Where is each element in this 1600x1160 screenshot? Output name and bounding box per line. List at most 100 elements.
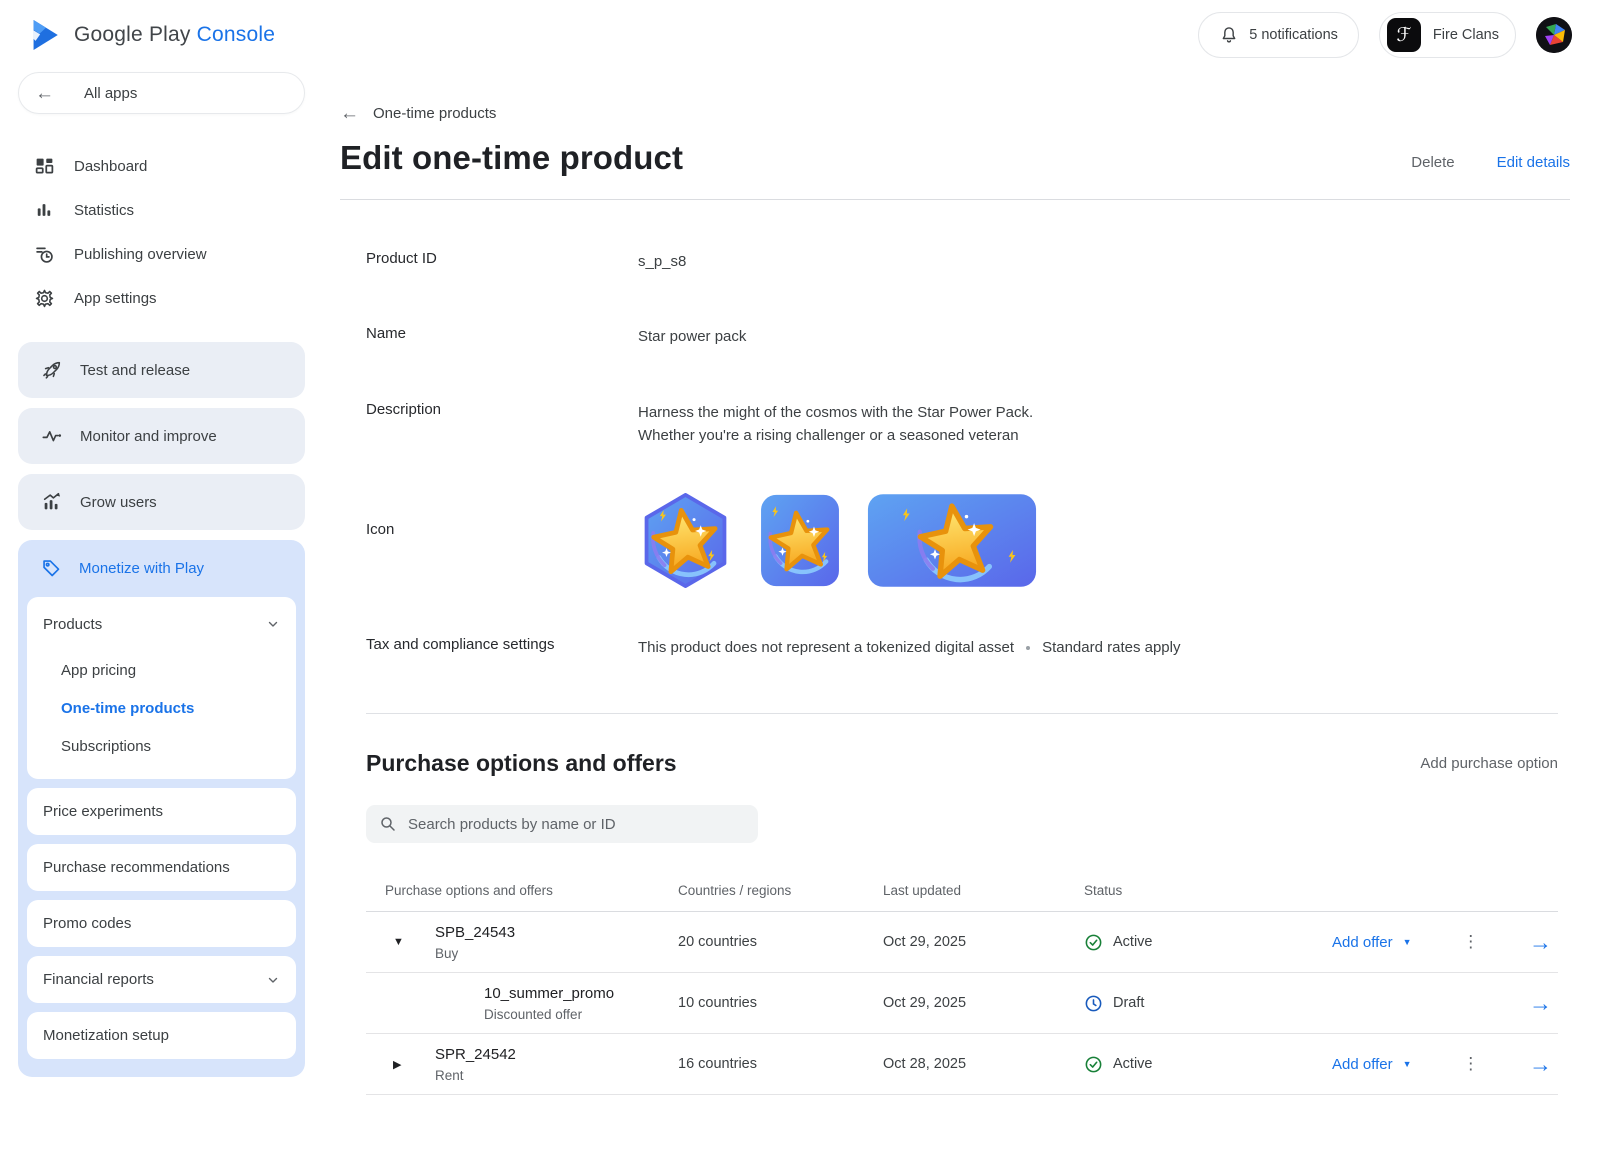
back-arrow-icon: ← (35, 84, 54, 103)
statistics-icon (32, 200, 56, 220)
card-label: Promo codes (43, 915, 131, 932)
product-id-value: s_p_s8 (638, 250, 1570, 273)
sidebar: ← All apps Dashboard (0, 70, 322, 1093)
sidebar-item-label: Publishing overview (74, 246, 207, 263)
section-divider (366, 713, 1558, 714)
add-purchase-option-button[interactable]: Add purchase option (1420, 755, 1558, 772)
sidebar-section-grow-users[interactable]: Grow users (18, 474, 305, 530)
active-status-icon (1084, 933, 1103, 952)
all-apps-button[interactable]: ← All apps (18, 72, 305, 114)
section-label: Grow users (80, 494, 157, 511)
purchase-option-id: SPB_24543 (435, 924, 515, 941)
add-offer-label: Add offer (1332, 1056, 1393, 1073)
products-group-toggle[interactable]: Products (43, 597, 280, 647)
col-header-purchase-options: Purchase options and offers (366, 883, 678, 898)
add-offer-button[interactable]: Add offer ▼ (1332, 934, 1412, 951)
name-label: Name (366, 325, 638, 342)
breadcrumb-label[interactable]: One-time products (373, 105, 496, 122)
growth-chart-icon (41, 491, 63, 513)
monetize-label: Monetize with Play (79, 560, 204, 577)
product-icon-hexagon (638, 493, 733, 588)
open-row-arrow-icon[interactable]: → (1529, 1053, 1552, 1076)
name-value: Star power pack (638, 325, 1570, 348)
google-play-console-logo: Google Play Console (30, 18, 275, 52)
offer-type: Discounted offer (484, 1007, 614, 1022)
sidebar-item-label: Statistics (74, 202, 134, 219)
tax-compliance-label: Tax and compliance settings (366, 636, 638, 653)
product-icon-wide (867, 493, 1037, 588)
status-badge: Active (1113, 934, 1153, 950)
sidebar-item-promo-codes[interactable]: Promo codes (27, 900, 296, 947)
last-updated-cell: Oct 28, 2025 (883, 1056, 1084, 1072)
breadcrumb-back-icon[interactable]: ← (340, 104, 359, 123)
card-label: Financial reports (43, 971, 154, 988)
product-icon-square (759, 493, 841, 588)
card-label: Price experiments (43, 803, 163, 820)
search-icon (379, 815, 397, 833)
gear-icon (32, 288, 56, 309)
description-line-1: Harness the might of the cosmos with the… (638, 401, 1570, 424)
tax-statement: This product does not represent a tokeni… (638, 636, 1014, 659)
search-input[interactable] (408, 816, 745, 833)
product-id-label: Product ID (366, 250, 638, 267)
account-avatar[interactable] (1536, 17, 1572, 53)
caret-down-icon: ▼ (1403, 1059, 1412, 1069)
expand-row-icon[interactable]: ▶ (393, 1058, 406, 1071)
purchase-options-table: Purchase options and offers Countries / … (366, 883, 1558, 1095)
purchase-option-id: SPR_24542 (435, 1046, 516, 1063)
pulse-icon (41, 425, 63, 447)
collapse-row-icon[interactable]: ▼ (393, 936, 406, 948)
products-group-label: Products (43, 616, 102, 633)
section-label: Monitor and improve (80, 428, 217, 445)
dashboard-icon (32, 156, 56, 177)
open-row-arrow-icon[interactable]: → (1529, 992, 1552, 1015)
sidebar-item-financial-reports[interactable]: Financial reports (27, 956, 296, 1003)
sidebar-item-price-experiments[interactable]: Price experiments (27, 788, 296, 835)
col-header-countries: Countries / regions (678, 883, 883, 898)
sidebar-item-one-time-products[interactable]: One-time products (61, 689, 280, 727)
edit-details-button[interactable]: Edit details (1497, 154, 1570, 171)
chevron-down-icon (266, 973, 280, 987)
sidebar-item-label: Dashboard (74, 158, 147, 175)
logo-console: Console (197, 23, 275, 46)
rocket-icon (41, 359, 63, 381)
title-divider (340, 199, 1570, 200)
col-header-status: Status (1084, 883, 1332, 898)
open-row-arrow-icon[interactable]: → (1529, 931, 1552, 954)
row-menu-icon[interactable]: ⋮ (1462, 1054, 1478, 1074)
sidebar-item-monetization-setup[interactable]: Monetization setup (27, 1012, 296, 1059)
last-updated-cell: Oct 29, 2025 (883, 995, 1084, 1011)
sidebar-item-dashboard[interactable]: Dashboard (18, 144, 305, 188)
description-label: Description (366, 401, 638, 418)
sidebar-item-subscriptions[interactable]: Subscriptions (61, 727, 280, 765)
delete-button[interactable]: Delete (1411, 154, 1454, 171)
sidebar-item-app-pricing[interactable]: App pricing (61, 651, 280, 689)
notifications-label: 5 notifications (1249, 27, 1338, 43)
sidebar-item-purchase-recommendations[interactable]: Purchase recommendations (27, 844, 296, 891)
countries-cell: 16 countries (678, 1056, 883, 1072)
sidebar-section-monetize: Monetize with Play Products App pricing … (18, 540, 305, 1077)
app-switcher-button[interactable]: ℱ Fire Clans (1379, 12, 1516, 58)
sidebar-section-test-and-release[interactable]: Test and release (18, 342, 305, 398)
sidebar-item-statistics[interactable]: Statistics (18, 188, 305, 232)
sidebar-nav: Dashboard Statistics (18, 144, 305, 320)
products-group-card: Products App pricing One-time products S… (27, 597, 296, 779)
main-content: ← One-time products Edit one-time produc… (322, 70, 1600, 1095)
purchase-section-title: Purchase options and offers (366, 750, 677, 777)
card-label: Purchase recommendations (43, 859, 230, 876)
product-search[interactable] (366, 805, 758, 843)
row-menu-icon[interactable]: ⋮ (1462, 932, 1478, 952)
logo-text: Google Play Console (74, 23, 275, 47)
description-line-2: Whether you're a rising challenger or a … (638, 424, 1570, 447)
countries-cell: 20 countries (678, 934, 883, 950)
sidebar-item-app-settings[interactable]: App settings (18, 276, 305, 320)
sidebar-section-monetize-with-play[interactable]: Monetize with Play (18, 540, 305, 597)
table-row: ▼ SPB_24543 Buy 20 countries Oct 29, 202… (366, 912, 1558, 973)
sidebar-item-publishing-overview[interactable]: Publishing overview (18, 232, 305, 276)
purchase-option-type: Rent (435, 1068, 516, 1083)
add-offer-button[interactable]: Add offer ▼ (1332, 1056, 1412, 1073)
play-triangle-icon (30, 18, 62, 52)
notifications-button[interactable]: 5 notifications (1198, 12, 1359, 58)
sidebar-section-monitor-and-improve[interactable]: Monitor and improve (18, 408, 305, 464)
table-row: ▶ SPR_24542 Rent 16 countries Oct 28, 20… (366, 1034, 1558, 1095)
